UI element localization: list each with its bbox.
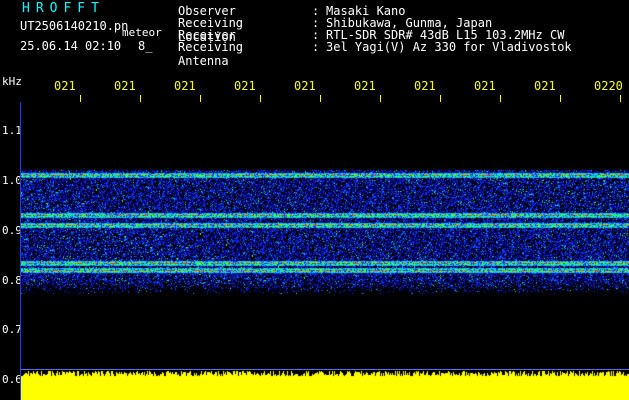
x-tick-mark xyxy=(500,95,501,102)
x-tick-mark xyxy=(560,95,561,102)
x-tick-label: 021 xyxy=(294,79,316,93)
x-tick-label: 021 xyxy=(474,79,496,93)
file-tag: meteor xyxy=(122,26,162,39)
header-key: Receiving Antenna xyxy=(178,40,244,68)
y-tick-label: 1.0 xyxy=(2,174,22,187)
file-datetime: 25.06.14 02:10 xyxy=(20,39,122,53)
level-divider-line xyxy=(20,369,629,370)
x-tick-label: 021 xyxy=(234,79,256,93)
y-tick-label: 0.7 xyxy=(2,323,22,336)
file-level: 8_ xyxy=(138,39,153,53)
y-axis-unit: kHz xyxy=(2,75,22,88)
y-axis-line xyxy=(20,102,21,400)
x-tick-label: 021 xyxy=(114,79,136,93)
x-tick-label: 021 xyxy=(534,79,556,93)
x-tick-label: 0220 xyxy=(594,79,623,93)
x-tick-label: 021 xyxy=(414,79,436,93)
x-tick-mark xyxy=(320,95,321,102)
x-tick-mark xyxy=(620,95,621,102)
file-name: UT2506140210.pn xyxy=(20,19,129,33)
x-tick-mark xyxy=(260,95,261,102)
x-tick-mark xyxy=(380,95,381,102)
x-tick-mark xyxy=(440,95,441,102)
x-tick-label: 021 xyxy=(354,79,376,93)
app-logo-text: HROFFT xyxy=(22,1,105,16)
y-tick-label: 0.6 xyxy=(2,373,22,386)
x-tick-mark xyxy=(200,95,201,102)
x-tick-mark xyxy=(80,95,81,102)
y-tick-label: 0.9 xyxy=(2,224,22,237)
y-tick-label: 0.8 xyxy=(2,274,22,287)
x-tick-mark xyxy=(140,95,141,102)
header-separator: : xyxy=(312,40,320,54)
y-tick-label: 1.1 xyxy=(2,124,22,137)
header-value: 3el Yagi(V) Az 330 for Vladivostok xyxy=(326,40,572,54)
x-tick-label: 021 xyxy=(54,79,76,93)
x-tick-label: 021 xyxy=(174,79,196,93)
spectrogram-plot xyxy=(20,102,629,400)
